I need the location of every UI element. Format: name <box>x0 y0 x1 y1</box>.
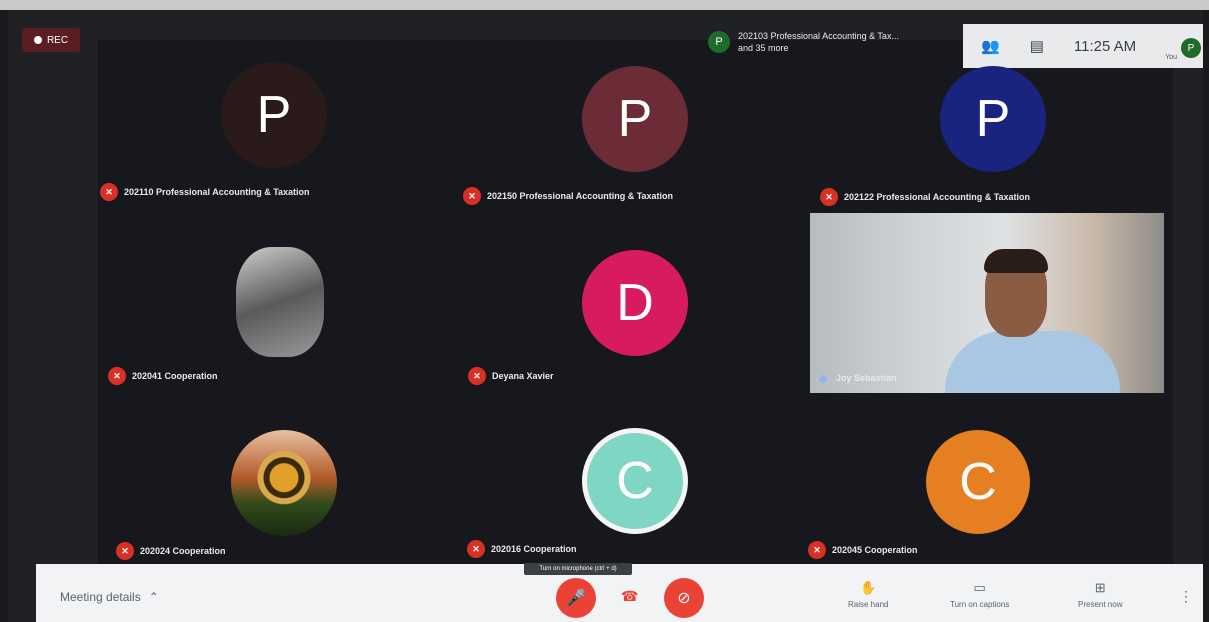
participant-name-row: ✕ 202024 Cooperation <box>116 542 226 560</box>
participant-name-row: ✕ 202016 Cooperation <box>467 540 577 558</box>
participant-avatar: D <box>582 250 688 356</box>
participant-name: 202045 Cooperation <box>832 545 918 555</box>
recording-badge: REC <box>22 28 80 52</box>
participant-name: 202110 Professional Accounting & Taxatio… <box>124 187 310 197</box>
presenter-name: 202103 Professional Accounting & Tax... <box>738 31 899 41</box>
participant-avatar: C <box>582 428 688 534</box>
avatar-letter: C <box>959 453 997 511</box>
hand-icon: ✋ <box>860 580 877 595</box>
clock-time: 11:25 AM <box>1073 37 1137 55</box>
captions-icon: ▭ <box>973 580 986 595</box>
meeting-details-button[interactable]: Meeting details ⌃ <box>60 590 159 604</box>
participant-name: 202150 Professional Accounting & Taxatio… <box>487 191 674 201</box>
self-label: You <box>1165 54 1177 61</box>
mic-off-icon: ✕ <box>808 541 826 559</box>
participant-name: 202122 Professional Accounting & Taxatio… <box>844 192 1031 202</box>
participant-avatar: C <box>926 430 1030 534</box>
captions-button[interactable]: ▭ Turn on captions <box>950 580 1009 609</box>
participant-avatar: P <box>221 62 327 168</box>
avatar-letter: D <box>616 274 654 332</box>
meet-screen: REC P 202103 Professional Accounting & T… <box>8 10 1203 622</box>
participant-photo-avatar <box>236 247 324 357</box>
presenter-avatar: P <box>708 31 730 53</box>
present-icon: ⊞ <box>1094 580 1106 595</box>
speaking-icon: ◆ <box>818 372 828 385</box>
participant-name: Joy Sebastian <box>836 373 897 383</box>
participant-avatar: P <box>940 66 1046 172</box>
participant-name-row: ◆ Joy Sebastian <box>816 371 897 385</box>
mic-tooltip: Turn on microphone (ctrl + d) <box>524 563 632 575</box>
participant-name-row: ✕ 202122 Professional Accounting & Taxat… <box>820 188 1030 206</box>
participant-avatar: P <box>582 66 688 172</box>
participant-name: 202016 Cooperation <box>491 544 577 554</box>
participant-name: 202041 Cooperation <box>132 371 218 381</box>
recording-label: REC <box>46 34 69 46</box>
camera-toggle-button[interactable]: ⊘ <box>664 578 704 618</box>
present-now-button[interactable]: ⊞ Present now <box>1078 580 1122 609</box>
avatar-letter: P <box>617 90 653 148</box>
mic-off-icon: ✕ <box>468 367 486 385</box>
participant-name-row: ✕ 202110 Professional Accounting & Taxat… <box>100 183 310 201</box>
participant-name-row: ✕ Deyana Xavier <box>468 367 554 385</box>
more-options-icon[interactable]: ⋮ <box>1179 588 1193 605</box>
mic-off-icon: ✕ <box>463 187 481 205</box>
participant-name: Deyana Xavier <box>492 371 554 381</box>
mic-off-icon: ✕ <box>116 542 134 560</box>
top-right-bar: 👥 ▤ 11:25 AM You P <box>963 24 1203 68</box>
self-avatar[interactable]: P <box>1181 38 1201 58</box>
mic-off-icon: ✕ <box>108 367 126 385</box>
presenter-more: and 35 more <box>738 43 789 53</box>
microphone-toggle-button[interactable]: 🎤 <box>556 578 596 618</box>
camera-off-icon: ⊘ <box>677 590 691 607</box>
participant-name-row: ✕ 202041 Cooperation <box>108 367 218 385</box>
avatar-letter: P <box>256 86 292 144</box>
person-hair <box>984 249 1048 273</box>
participant-name-row: ✕ 202150 Professional Accounting & Taxat… <box>463 187 673 205</box>
presenter-info: P 202103 Professional Accounting & Tax..… <box>708 30 899 54</box>
captions-label: Turn on captions <box>950 600 1010 609</box>
mic-off-icon: ✕ <box>467 540 485 558</box>
record-dot-icon <box>33 36 42 44</box>
hang-up-icon[interactable]: ☎ <box>621 588 638 605</box>
chat-icon[interactable]: ▤ <box>1030 37 1044 55</box>
meeting-details-label: Meeting details <box>60 590 141 604</box>
participant-name-row: ✕ 202045 Cooperation <box>808 541 918 559</box>
chevron-up-icon: ⌃ <box>148 590 159 604</box>
monitor-bezel <box>0 0 1209 10</box>
mic-off-icon: ✕ <box>820 188 838 206</box>
mic-off-icon: ✕ <box>100 183 118 201</box>
raise-hand-button[interactable]: ✋ Raise hand <box>848 580 888 609</box>
raise-hand-label: Raise hand <box>848 600 889 609</box>
person-body <box>945 331 1120 393</box>
avatar-letter: C <box>616 452 654 510</box>
avatar-letter: P <box>975 90 1011 148</box>
people-icon[interactable]: 👥 <box>981 37 1000 55</box>
participant-video <box>810 213 1164 393</box>
participant-photo-avatar <box>231 430 337 536</box>
mic-off-icon: 🎤 <box>566 590 586 607</box>
present-label: Present now <box>1078 600 1123 609</box>
participant-name: 202024 Cooperation <box>140 546 226 556</box>
